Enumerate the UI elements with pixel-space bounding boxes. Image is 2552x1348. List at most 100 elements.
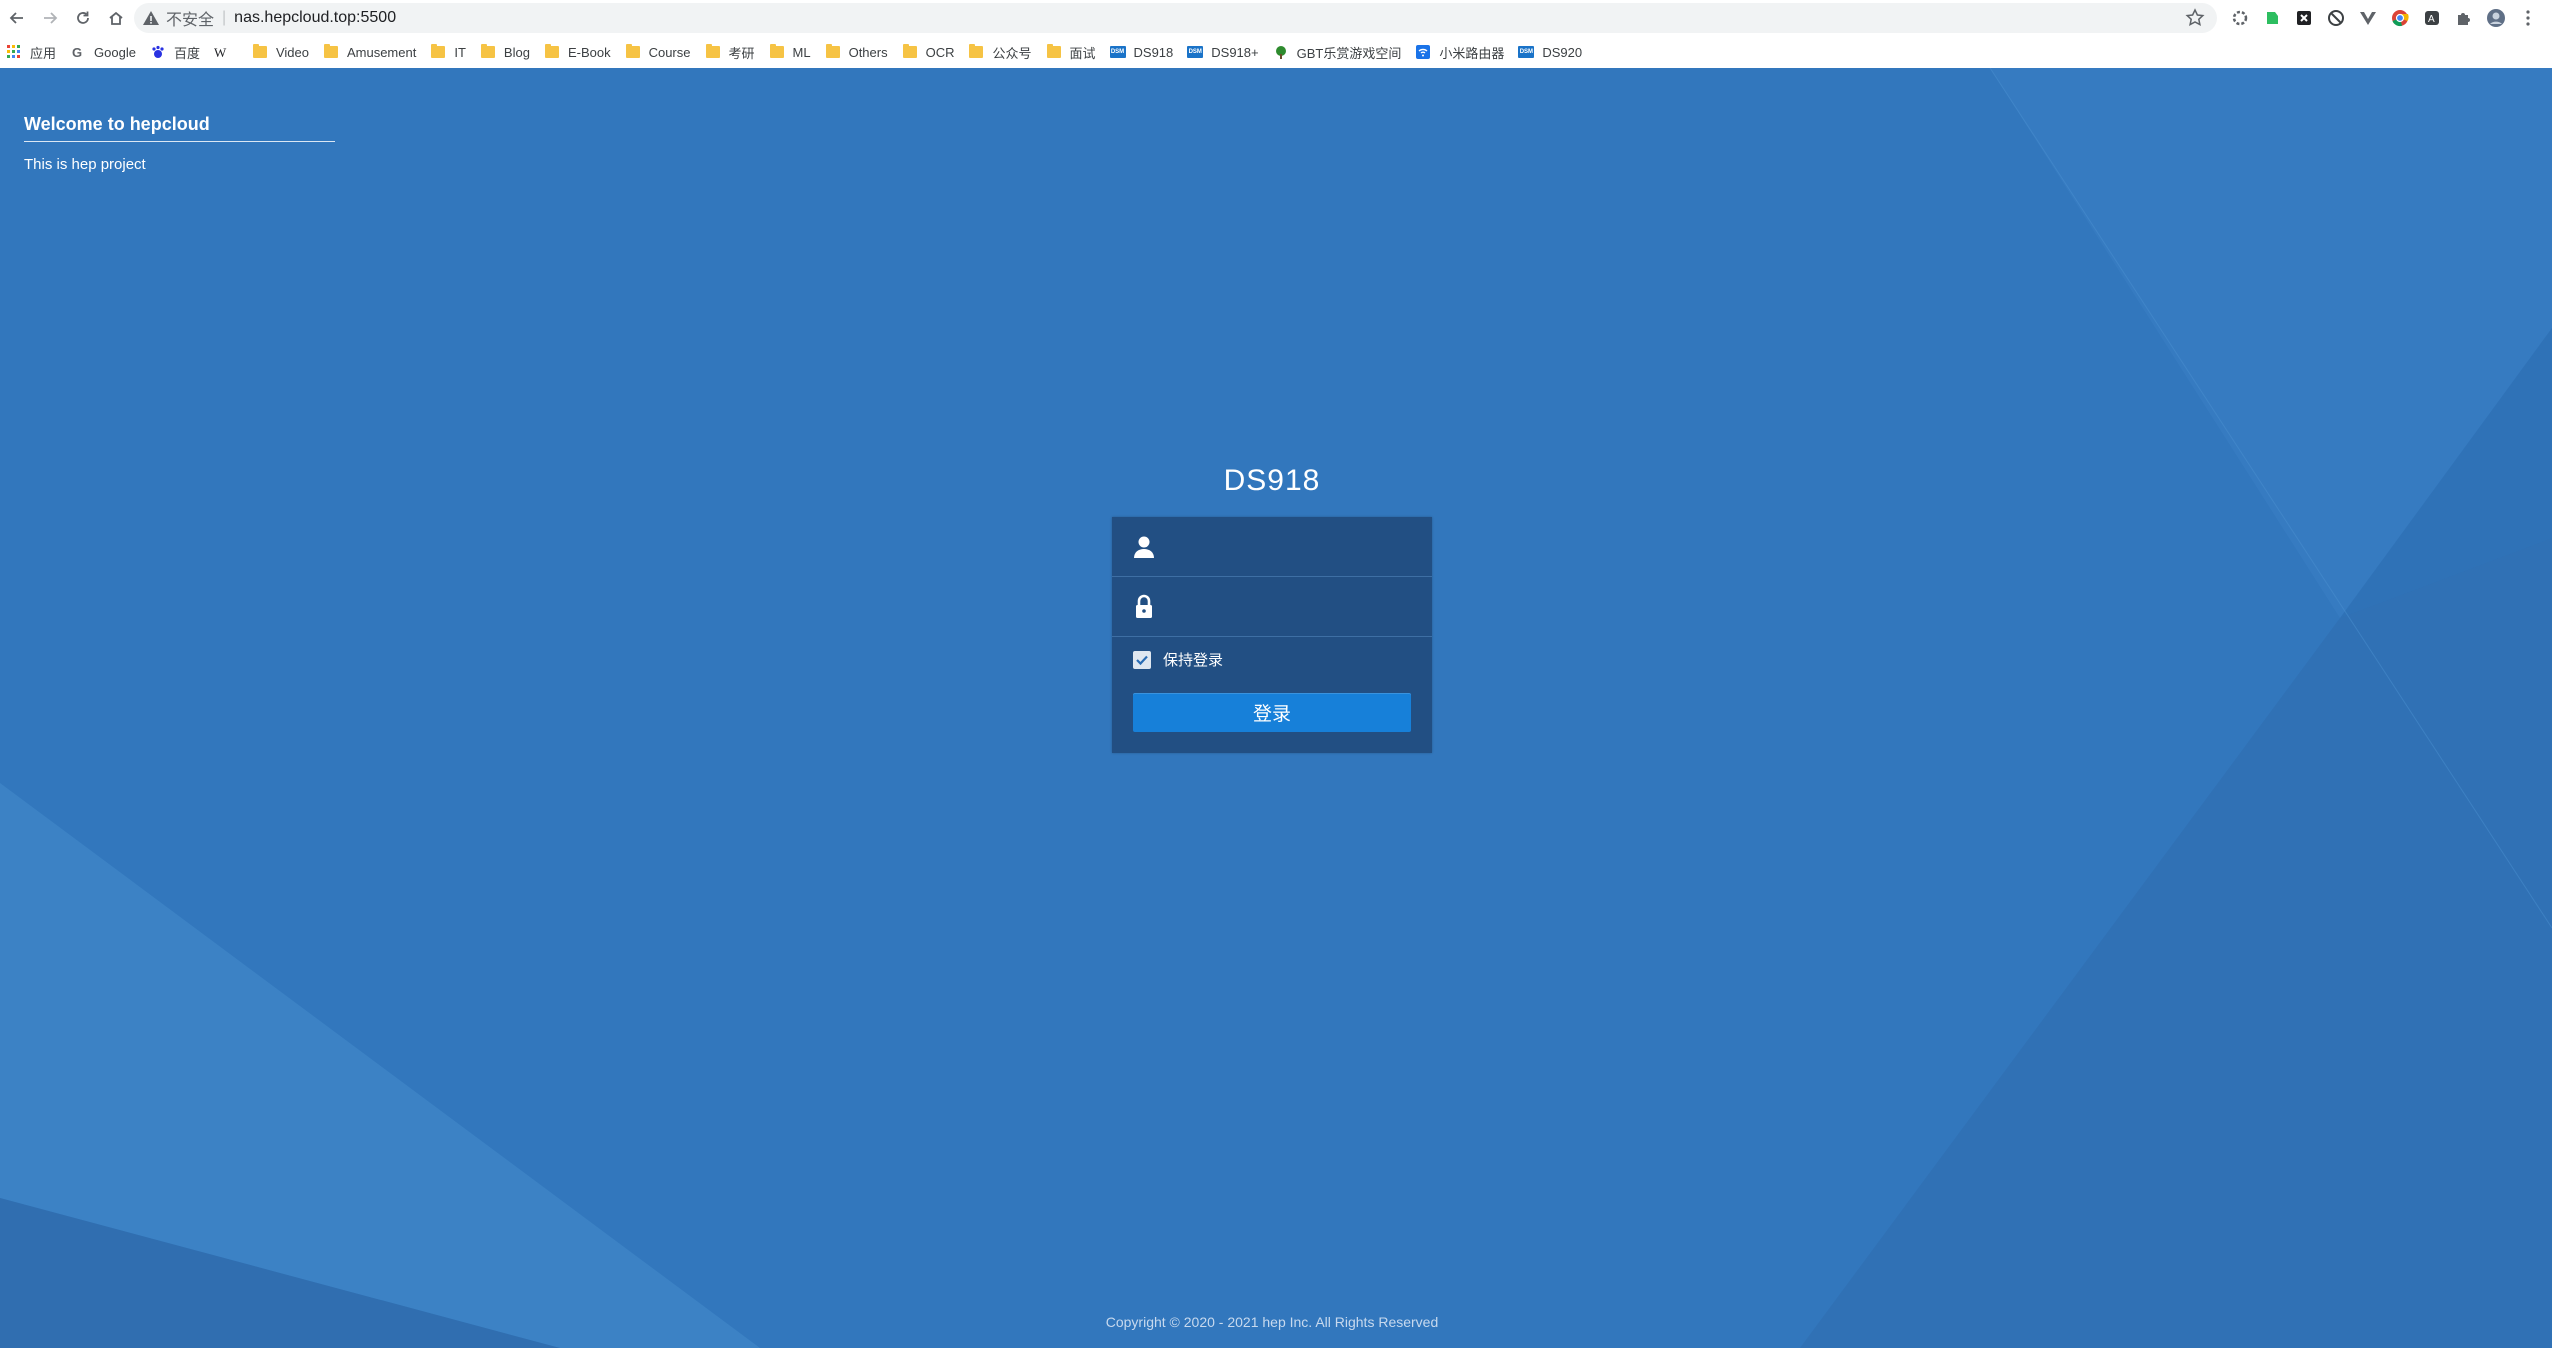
- svg-text:A: A: [2428, 14, 2435, 25]
- folder-icon: [705, 44, 721, 60]
- username-input[interactable]: [1172, 527, 1422, 567]
- welcome-text: This is hep project: [24, 156, 146, 173]
- folder-icon: [902, 44, 918, 60]
- separator: |: [222, 9, 227, 26]
- wifi-icon: [1415, 44, 1431, 60]
- folder-icon: [625, 44, 641, 60]
- bookmark-item[interactable]: DSM DS918+: [1187, 44, 1259, 60]
- close-box-icon[interactable]: [2292, 6, 2316, 30]
- bookmarks-bar: 应用 G Google 百度 W Video Amusement IT Blog E-Book Co…: [0, 36, 2552, 69]
- bookmark-label: 考研: [728, 45, 755, 61]
- bookmark-label: 应用: [30, 45, 57, 61]
- apps-grid-icon: [6, 44, 22, 60]
- warning-icon: [143, 11, 159, 25]
- remember-label: 保持登录: [1163, 652, 1224, 669]
- bookmark-item[interactable]: GBT乐赏游戏空间: [1273, 43, 1402, 62]
- bookmark-item[interactable]: Blog: [480, 44, 530, 60]
- lock-icon: [1136, 594, 1152, 618]
- bookmark-label: 公众号: [992, 45, 1032, 61]
- folder-icon: [480, 44, 496, 60]
- bookmark-item[interactable]: IT: [430, 44, 466, 60]
- bookmark-label: 百度: [173, 45, 200, 61]
- baidu-icon: [150, 44, 166, 60]
- svg-text:W: W: [214, 45, 227, 59]
- svg-text:G: G: [72, 45, 82, 59]
- forward-arrow-icon[interactable]: [34, 2, 66, 34]
- bookmark-item[interactable]: Video: [252, 44, 309, 60]
- bookmark-label: Blog: [503, 44, 530, 60]
- wikipedia-icon: W: [214, 44, 230, 60]
- browser-toolbar: 不安全 | nas.hepcloud.top:5500 A: [0, 0, 2552, 36]
- login-title: DS918: [1223, 464, 1321, 497]
- folder-icon: [544, 44, 560, 60]
- folder-icon: [1046, 44, 1062, 60]
- folder-icon: [769, 44, 785, 60]
- avatar-icon[interactable]: [2484, 6, 2508, 30]
- bookmark-item[interactable]: 考研: [705, 43, 755, 62]
- chrome-icon[interactable]: [2388, 6, 2412, 30]
- bookmark-label: DS918+: [1211, 44, 1259, 60]
- bookmark-item[interactable]: W: [214, 44, 238, 60]
- bookmark-label: IT: [454, 44, 466, 60]
- extension-icons: A: [2228, 6, 2540, 30]
- bookmark-item[interactable]: 小米路由器: [1415, 43, 1504, 62]
- bookmark-item[interactable]: Course: [625, 44, 691, 60]
- bookmark-item[interactable]: E-Book: [544, 44, 611, 60]
- folder-icon: [323, 44, 339, 60]
- bookmark-label: GBT乐赏游戏空间: [1296, 45, 1402, 61]
- address-bar[interactable]: 不安全 | nas.hepcloud.top:5500: [134, 3, 2217, 33]
- login-button[interactable]: 登录: [1133, 693, 1411, 732]
- bookmark-item[interactable]: 百度: [150, 43, 200, 62]
- url-text[interactable]: nas.hepcloud.top:5500: [234, 9, 396, 27]
- bookmark-label: Video: [275, 44, 309, 60]
- bookmark-item[interactable]: DSM DS918: [1109, 44, 1174, 60]
- bookmark-label: DS918: [1133, 44, 1174, 60]
- translate-icon[interactable]: A: [2420, 6, 2444, 30]
- no-sign-icon[interactable]: [2324, 6, 2348, 30]
- password-input[interactable]: [1172, 587, 1422, 627]
- vue-icon[interactable]: [2356, 6, 2380, 30]
- bookmark-item[interactable]: ML: [769, 44, 811, 60]
- bookmark-item[interactable]: OCR: [902, 44, 955, 60]
- bookmark-label: OCR: [925, 44, 955, 60]
- user-icon: [1134, 536, 1154, 558]
- checkmark-icon: [1136, 655, 1148, 665]
- bookmark-label: ML: [792, 44, 811, 60]
- bookmark-label: DS920: [1542, 44, 1583, 60]
- bookmark-item[interactable]: 公众号: [968, 43, 1032, 62]
- folder-icon: [968, 44, 984, 60]
- menu-icon[interactable]: [2516, 6, 2540, 30]
- folder-icon: [825, 44, 841, 60]
- bookmark-item[interactable]: 应用: [6, 43, 56, 62]
- reload-icon[interactable]: [67, 2, 99, 34]
- login-page: Welcome to hepcloud This is hep project …: [0, 68, 2552, 1348]
- gear-extension-icon[interactable]: [2228, 6, 2252, 30]
- bookmark-star-icon[interactable]: [2185, 8, 2205, 28]
- dsm-icon: DSM: [1187, 44, 1204, 60]
- remember-checkbox[interactable]: [1133, 650, 1151, 669]
- bookmark-item[interactable]: G Google: [70, 44, 136, 60]
- bookmark-item[interactable]: 面试: [1046, 43, 1096, 62]
- bookmark-label: E-Book: [567, 44, 611, 60]
- puzzle-icon[interactable]: [2452, 6, 2476, 30]
- dsm-icon: DSM: [1109, 44, 1126, 60]
- bookmark-label: 小米路由器: [1439, 45, 1505, 61]
- back-arrow-icon[interactable]: [1, 2, 33, 34]
- bookmark-item[interactable]: Amusement: [323, 44, 416, 60]
- folder-icon: [252, 44, 268, 60]
- copyright-text: Copyright © 2020 - 2021 hep Inc. All Rig…: [1105, 1314, 1439, 1330]
- password-row: [1112, 577, 1432, 637]
- dsm-icon: DSM: [1518, 44, 1535, 60]
- folder-icon: [430, 44, 446, 60]
- home-icon[interactable]: [100, 2, 132, 34]
- not-secure-label: 不安全: [166, 12, 215, 29]
- evernote-icon[interactable]: [2260, 6, 2284, 30]
- bookmark-item[interactable]: DSM DS920: [1518, 44, 1582, 60]
- bookmark-label: 面试: [1069, 45, 1096, 61]
- bookmark-label: Google: [94, 44, 136, 60]
- username-row: [1112, 517, 1432, 577]
- welcome-title: Welcome to hepcloud: [24, 114, 335, 142]
- bookmark-item[interactable]: Others: [825, 44, 888, 60]
- tree-icon: [1273, 44, 1289, 60]
- remember-login[interactable]: 保持登录: [1133, 649, 1223, 670]
